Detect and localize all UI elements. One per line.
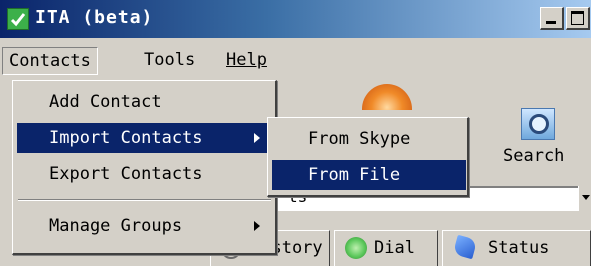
menu-item-from-file[interactable]: From File xyxy=(272,160,466,190)
menu-help[interactable]: Help xyxy=(220,47,273,73)
menu-item-label: Import Contacts xyxy=(49,128,203,148)
submenu-arrow-icon xyxy=(254,133,260,143)
menu-item-label: From File xyxy=(308,165,401,185)
maximize-button[interactable] xyxy=(566,7,590,30)
window-title: ITA (beta) xyxy=(35,7,154,28)
menu-help-label: Help xyxy=(226,50,267,70)
menu-item-add-contact[interactable]: Add Contact xyxy=(17,87,272,117)
menu-item-export-contacts[interactable]: Export Contacts xyxy=(17,159,272,189)
menu-contacts[interactable]: Contacts xyxy=(2,47,98,75)
dial-icon xyxy=(345,237,367,259)
menu-item-label: From Skype xyxy=(308,129,411,149)
minimize-button[interactable] xyxy=(540,7,564,30)
tab-status[interactable]: Status xyxy=(442,230,591,266)
tab-status-label: Status xyxy=(488,238,550,258)
import-submenu: From Skype From File xyxy=(267,117,469,197)
menu-tools[interactable]: Tools xyxy=(138,47,201,73)
search-button-label[interactable]: Search xyxy=(503,146,564,166)
menu-item-label: Add Contact xyxy=(49,92,162,112)
ita-app-icon xyxy=(7,8,29,30)
status-icon xyxy=(452,234,478,260)
menu-item-label: Manage Groups xyxy=(49,216,183,236)
menu-bar: Contacts Tools Help xyxy=(0,40,591,75)
title-bar: ITA (beta) xyxy=(0,0,591,38)
submenu-arrow-icon xyxy=(254,221,260,231)
menu-separator xyxy=(18,199,271,201)
menu-item-label: Export Contacts xyxy=(49,164,203,184)
contacts-menu: Add Contact Import Contacts Export Conta… xyxy=(12,80,277,255)
tab-dial[interactable]: Dial xyxy=(334,230,438,266)
menu-item-manage-groups[interactable]: Manage Groups xyxy=(17,211,272,241)
menu-item-from-skype[interactable]: From Skype xyxy=(272,124,466,154)
search-icon[interactable] xyxy=(521,108,555,140)
tab-dial-label: Dial xyxy=(374,238,415,258)
dropdown-arrow-button[interactable] xyxy=(578,186,591,211)
menu-item-import-contacts[interactable]: Import Contacts xyxy=(17,123,272,153)
